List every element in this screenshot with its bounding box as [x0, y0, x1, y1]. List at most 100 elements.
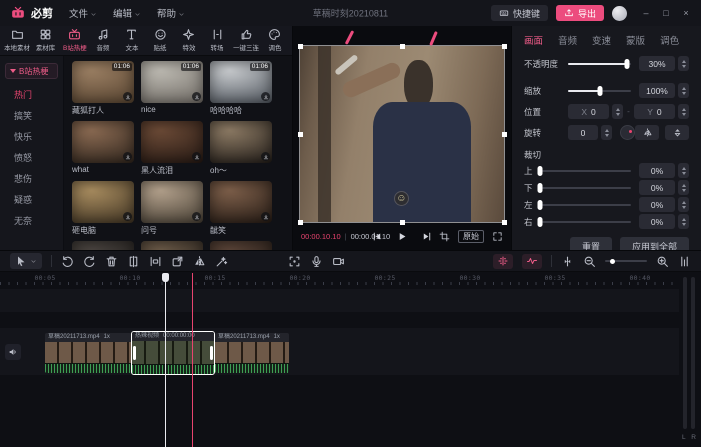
sidebar-item-hot[interactable]: 热门 [0, 85, 63, 106]
sidebar-item-funny[interactable]: 搞笑 [0, 106, 63, 127]
timeline-clip[interactable]: 草稿20211713.mp41x [45, 333, 131, 373]
crop-top-value[interactable]: 0% [639, 163, 675, 178]
audio-meter-toggle[interactable] [678, 255, 691, 268]
clip-trim-handle[interactable] [133, 346, 136, 360]
ribbon-item-color[interactable]: 调色 [260, 28, 289, 53]
export-button[interactable]: 导出 [556, 5, 604, 21]
undo-button[interactable] [61, 255, 74, 268]
crop-left-stepper[interactable] [678, 197, 689, 212]
sidebar-header[interactable]: B站热梗 [5, 63, 58, 79]
meme-thumbnail[interactable] [210, 181, 272, 223]
download-icon[interactable] [192, 212, 201, 221]
download-icon[interactable] [192, 92, 201, 101]
selection-handle[interactable] [400, 220, 405, 225]
scale-value[interactable]: 100% [639, 83, 675, 98]
position-x-field[interactable]: X 0 [568, 104, 609, 119]
rotate-stepper[interactable] [601, 125, 612, 140]
fullscreen-button[interactable] [492, 231, 503, 242]
selection-handle[interactable] [298, 44, 303, 49]
roll-edit-button[interactable] [149, 255, 162, 268]
meme-thumbnail[interactable] [141, 121, 203, 163]
manual-beat-button[interactable] [493, 254, 513, 269]
crop-right-slider[interactable] [538, 214, 631, 229]
split-clip-button[interactable] [127, 255, 140, 268]
meme-thumbnail[interactable] [72, 121, 134, 163]
avatar[interactable] [612, 6, 627, 21]
crop-right-stepper[interactable] [678, 214, 689, 229]
sidebar-item-angry[interactable]: 愤怒 [0, 148, 63, 169]
download-icon[interactable] [261, 152, 270, 161]
crop-left-slider[interactable] [538, 197, 631, 212]
video-frame[interactable]: ☺ [300, 46, 504, 222]
timeline-clip[interactable]: 草稿20211713.mp41x [215, 333, 289, 373]
select-tool[interactable] [10, 253, 42, 269]
download-icon[interactable] [123, 92, 132, 101]
selection-handle[interactable] [400, 44, 405, 49]
close-button[interactable]: × [681, 8, 691, 18]
tab-speed[interactable]: 变速 [592, 33, 611, 46]
meme-thumbnail[interactable] [141, 181, 203, 223]
ribbon-item-text[interactable]: 文本 [117, 28, 146, 53]
selection-handle[interactable] [502, 44, 507, 49]
ribbon-item-effects[interactable]: 特效 [175, 28, 204, 53]
download-icon[interactable] [261, 92, 270, 101]
meme-thumbnail[interactable] [210, 241, 272, 250]
selection-handle[interactable] [298, 132, 303, 137]
playhead[interactable] [165, 273, 166, 447]
ribbon-item-triple-like[interactable]: 一键三连 [232, 28, 261, 53]
flip-vertical-button[interactable] [665, 125, 689, 140]
snap-toggle-button[interactable] [561, 255, 574, 268]
download-icon[interactable] [123, 152, 132, 161]
crop-button[interactable] [439, 231, 450, 242]
magic-wand-button[interactable] [215, 255, 228, 268]
meme-thumbnail[interactable]: 01:06 [141, 61, 203, 103]
record-voiceover-button[interactable] [310, 255, 323, 268]
minimize-button[interactable]: – [641, 8, 651, 18]
sidebar-item-confused[interactable]: 疑惑 [0, 190, 63, 211]
ribbon-item-transitions[interactable]: 转场 [203, 28, 232, 53]
transform-button[interactable] [288, 255, 301, 268]
sidebar-item-sad[interactable]: 悲伤 [0, 169, 63, 190]
meme-thumbnail[interactable] [141, 241, 203, 250]
opacity-slider[interactable] [568, 56, 631, 71]
selection-handle[interactable] [502, 220, 507, 225]
ribbon-item-sticker[interactable]: 贴纸 [146, 28, 175, 53]
tab-mask[interactable]: 蒙版 [626, 33, 645, 46]
track-mute-button[interactable] [5, 344, 21, 360]
meme-thumbnail[interactable] [72, 241, 134, 250]
rotate-dial[interactable] [620, 125, 635, 140]
ribbon-item-local-media[interactable]: 本地素材 [3, 28, 32, 53]
meme-thumbnail[interactable]: 01:06 [210, 61, 272, 103]
sidebar-item-happy[interactable]: 快乐 [0, 127, 63, 148]
play-button[interactable] [397, 231, 408, 242]
position-y-field[interactable]: Y 0 [634, 104, 675, 119]
crop-bottom-slider[interactable] [538, 180, 631, 195]
download-icon[interactable] [261, 212, 270, 221]
sidebar-item-helpless[interactable]: 无奈 [0, 211, 63, 232]
download-icon[interactable] [123, 212, 132, 221]
next-frame-button[interactable] [422, 231, 433, 242]
freeze-frame-button[interactable] [171, 255, 184, 268]
crop-top-stepper[interactable] [678, 163, 689, 178]
crop-bottom-value[interactable]: 0% [639, 180, 675, 195]
download-icon[interactable] [192, 152, 201, 161]
scale-stepper[interactable] [678, 83, 689, 98]
position-y-stepper[interactable] [678, 104, 689, 119]
mirror-button[interactable] [193, 255, 206, 268]
ribbon-item-audio[interactable]: 音频 [89, 28, 118, 53]
flip-horizontal-button[interactable] [635, 125, 659, 140]
timeline-zoom-slider[interactable] [605, 254, 647, 268]
maximize-button[interactable]: □ [661, 8, 671, 18]
menu-help[interactable]: 帮助 [157, 6, 185, 20]
rotate-value[interactable]: 0 [568, 125, 598, 140]
timeline-zoom-in-button[interactable] [656, 255, 669, 268]
redo-button[interactable] [83, 255, 96, 268]
tab-audio[interactable]: 音频 [558, 33, 577, 46]
crop-right-value[interactable]: 0% [639, 214, 675, 229]
timeline-ruler[interactable]: 00:0500:1000:1500:2000:2500:3000:3500:40 [0, 273, 679, 287]
meme-thumbnail[interactable] [210, 121, 272, 163]
timeline-zoom-out-button[interactable] [583, 255, 596, 268]
ribbon-item-hot-memes[interactable]: B站热梗 [60, 28, 89, 53]
auto-beat-button[interactable] [522, 254, 542, 269]
aspect-ratio-select[interactable]: 原始 [458, 230, 484, 243]
